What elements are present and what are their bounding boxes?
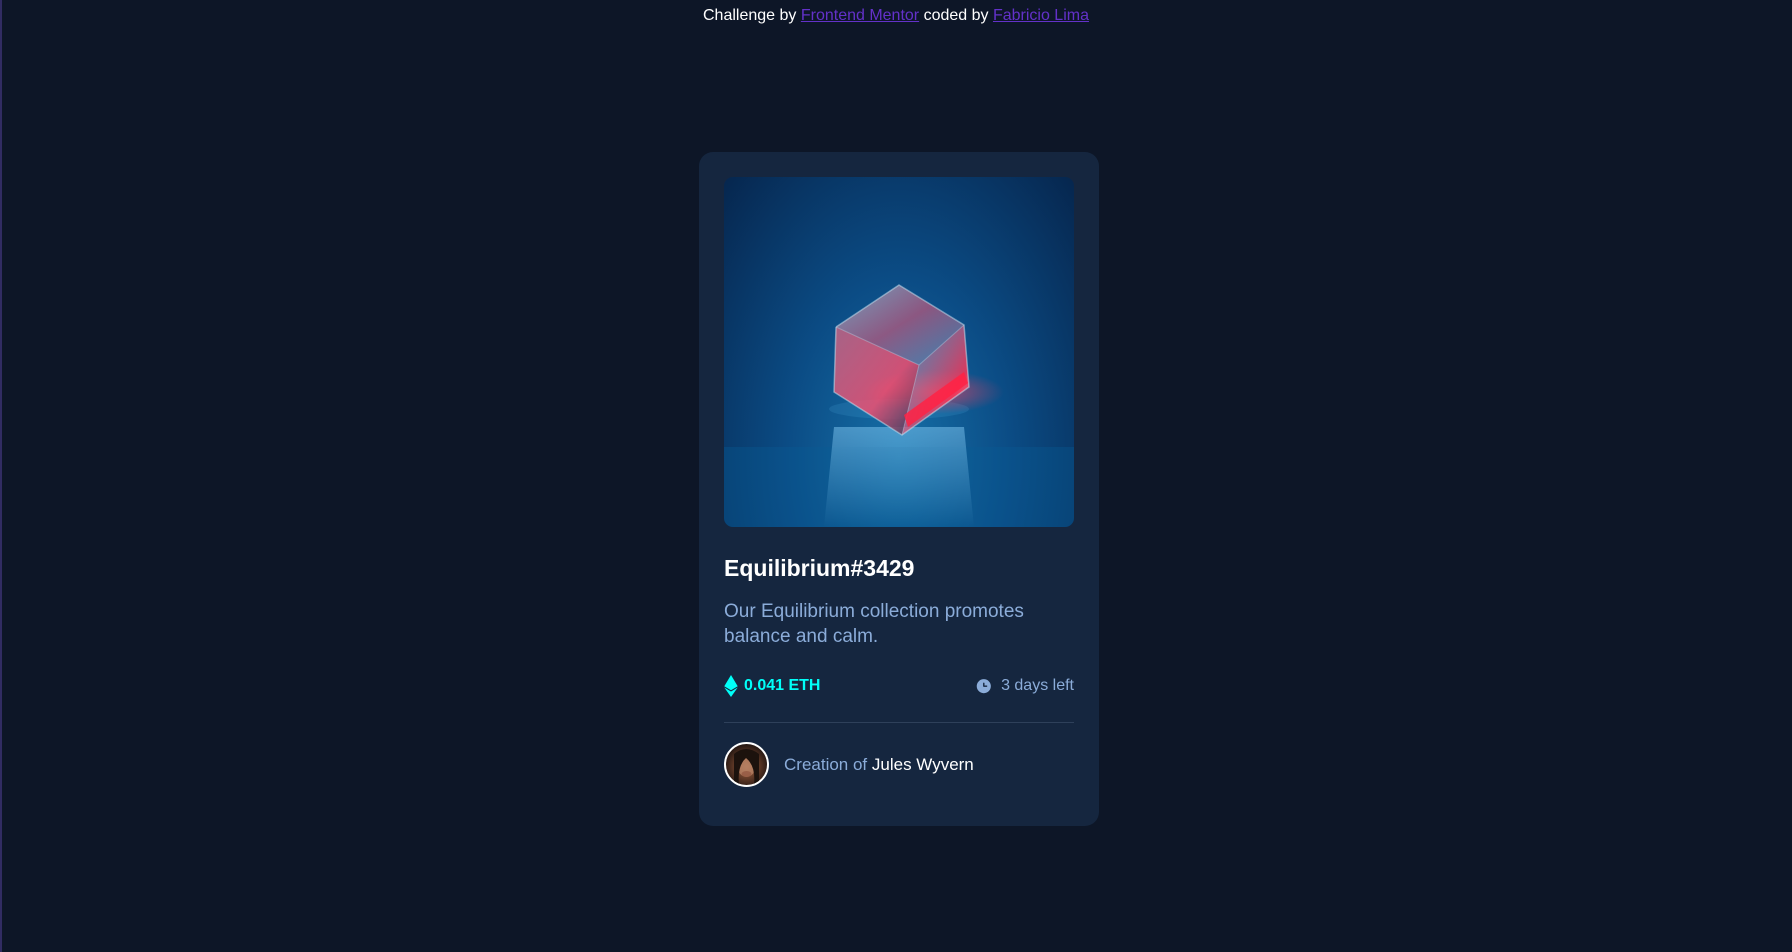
nft-description: Our Equilibrium collection promotes bala… [724,601,1024,647]
page: Challenge by Frontend Mentor coded by Fa… [0,0,1792,952]
avatar [724,742,769,787]
frontend-mentor-link[interactable]: Frontend Mentor [801,7,919,24]
time-left: 3 days left [975,677,1074,695]
creator-prefix: Creation of [784,754,872,774]
nft-title[interactable]: Equilibrium#3429 [724,553,1074,583]
attribution-middle: coded by [919,7,993,24]
price: 0.041 ETH [724,675,820,697]
author-link[interactable]: Fabricio Lima [993,7,1089,24]
nft-card: Equilibrium#3429 Our Equilibrium collect… [699,152,1099,826]
clock-icon [975,677,993,695]
divider [724,722,1074,723]
price-value: 0.041 ETH [744,677,821,694]
crystal-cube-illustration [724,284,1074,527]
creator-text: Creation of Jules Wyvern [784,755,974,775]
attribution: Challenge by Frontend Mentor coded by Fa… [0,6,1792,26]
attribution-prefix: Challenge by [703,7,801,24]
ethereum-icon [724,675,738,697]
creator-row: Creation of Jules Wyvern [724,742,1074,787]
left-edge-line [0,0,2,952]
creator-name[interactable]: Jules Wyvern [872,755,974,774]
time-left-label: 3 days left [1001,677,1074,694]
nft-meta: 0.041 ETH 3 days left [724,674,1074,698]
nft-image[interactable] [724,177,1074,527]
